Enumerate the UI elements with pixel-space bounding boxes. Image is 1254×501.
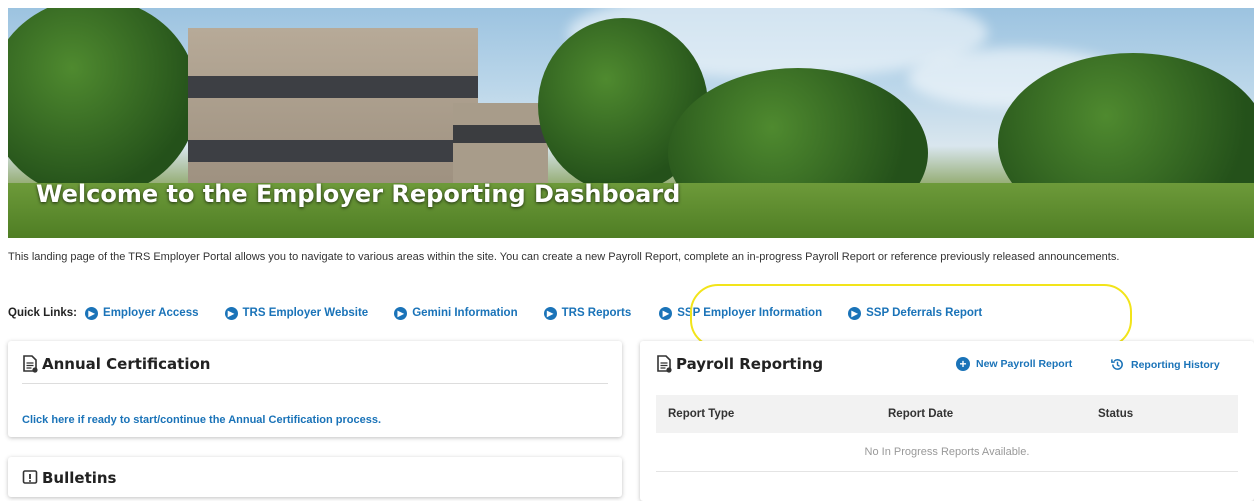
quick-link-trs-employer-website[interactable]: ▶ TRS Employer Website xyxy=(224,306,369,320)
quick-link-label: Employer Access xyxy=(103,307,199,319)
column-header[interactable]: Report Date xyxy=(888,408,953,420)
chevron-right-circle-icon: ▶ xyxy=(394,306,408,320)
card-header: Annual Certification xyxy=(22,355,608,384)
quick-link-label: Gemini Information xyxy=(412,307,518,319)
chevron-right-circle-icon: ▶ xyxy=(659,306,673,320)
plus-circle-icon: + xyxy=(956,357,970,371)
payroll-reporting-card: Payroll Reporting + New Payroll Report R… xyxy=(640,341,1254,501)
annual-certification-title: Annual Certification xyxy=(42,355,211,373)
card-title: Payroll Reporting xyxy=(656,355,823,373)
quick-link-trs-reports[interactable]: ▶ TRS Reports xyxy=(543,306,632,320)
card-title: Bulletins xyxy=(22,469,117,487)
reporting-history-label: Reporting History xyxy=(1131,358,1220,371)
annual-certification-card: Annual Certification Click here if ready… xyxy=(8,341,622,437)
payroll-title: Payroll Reporting xyxy=(676,355,824,373)
page-title: Welcome to the Employer Reporting Dashbo… xyxy=(36,180,681,208)
column-header[interactable]: Report Type xyxy=(668,408,734,420)
history-clock-icon xyxy=(1111,359,1123,370)
card-title: Annual Certification xyxy=(22,355,608,373)
quick-link-label: TRS Reports xyxy=(561,307,632,319)
chevron-right-circle-icon: ▶ xyxy=(543,306,557,320)
tree xyxy=(8,8,198,198)
intro-text: This landing page of the TRS Employer Po… xyxy=(8,251,1120,263)
chevron-right-circle-icon: ▶ xyxy=(224,306,238,320)
quick-link-label: TRS Employer Website xyxy=(242,307,369,319)
bulletins-card: Bulletins xyxy=(8,457,622,497)
new-payroll-report-button[interactable]: + New Payroll Report xyxy=(956,357,1072,371)
quick-links-label: Quick Links: xyxy=(8,307,78,319)
card-header: Payroll Reporting xyxy=(656,355,823,373)
new-payroll-report-label: New Payroll Report xyxy=(976,358,1073,370)
column-header[interactable]: Status xyxy=(1098,408,1133,420)
building xyxy=(188,28,478,198)
annual-certification-link[interactable]: Click here if ready to start/continue th… xyxy=(22,414,381,426)
chevron-right-circle-icon: ▶ xyxy=(85,306,99,320)
exclamation-box-icon xyxy=(22,470,38,484)
quick-link-gemini-information[interactable]: ▶ Gemini Information xyxy=(394,306,518,320)
quick-link-employer-access[interactable]: ▶ Employer Access xyxy=(85,306,199,320)
building-annex xyxy=(453,103,548,188)
document-icon xyxy=(657,355,672,373)
document-icon xyxy=(23,355,38,373)
card-header: Bulletins xyxy=(22,469,117,487)
reporting-history-button[interactable]: Reporting History xyxy=(1110,357,1220,372)
bulletins-title: Bulletins xyxy=(42,469,117,487)
highlight-annotation xyxy=(690,284,1132,348)
empty-state-message: No In Progress Reports Available. xyxy=(656,433,1238,472)
hero-banner: Welcome to the Employer Reporting Dashbo… xyxy=(8,8,1254,238)
table-header: Report Type Report Date Status xyxy=(656,395,1238,433)
